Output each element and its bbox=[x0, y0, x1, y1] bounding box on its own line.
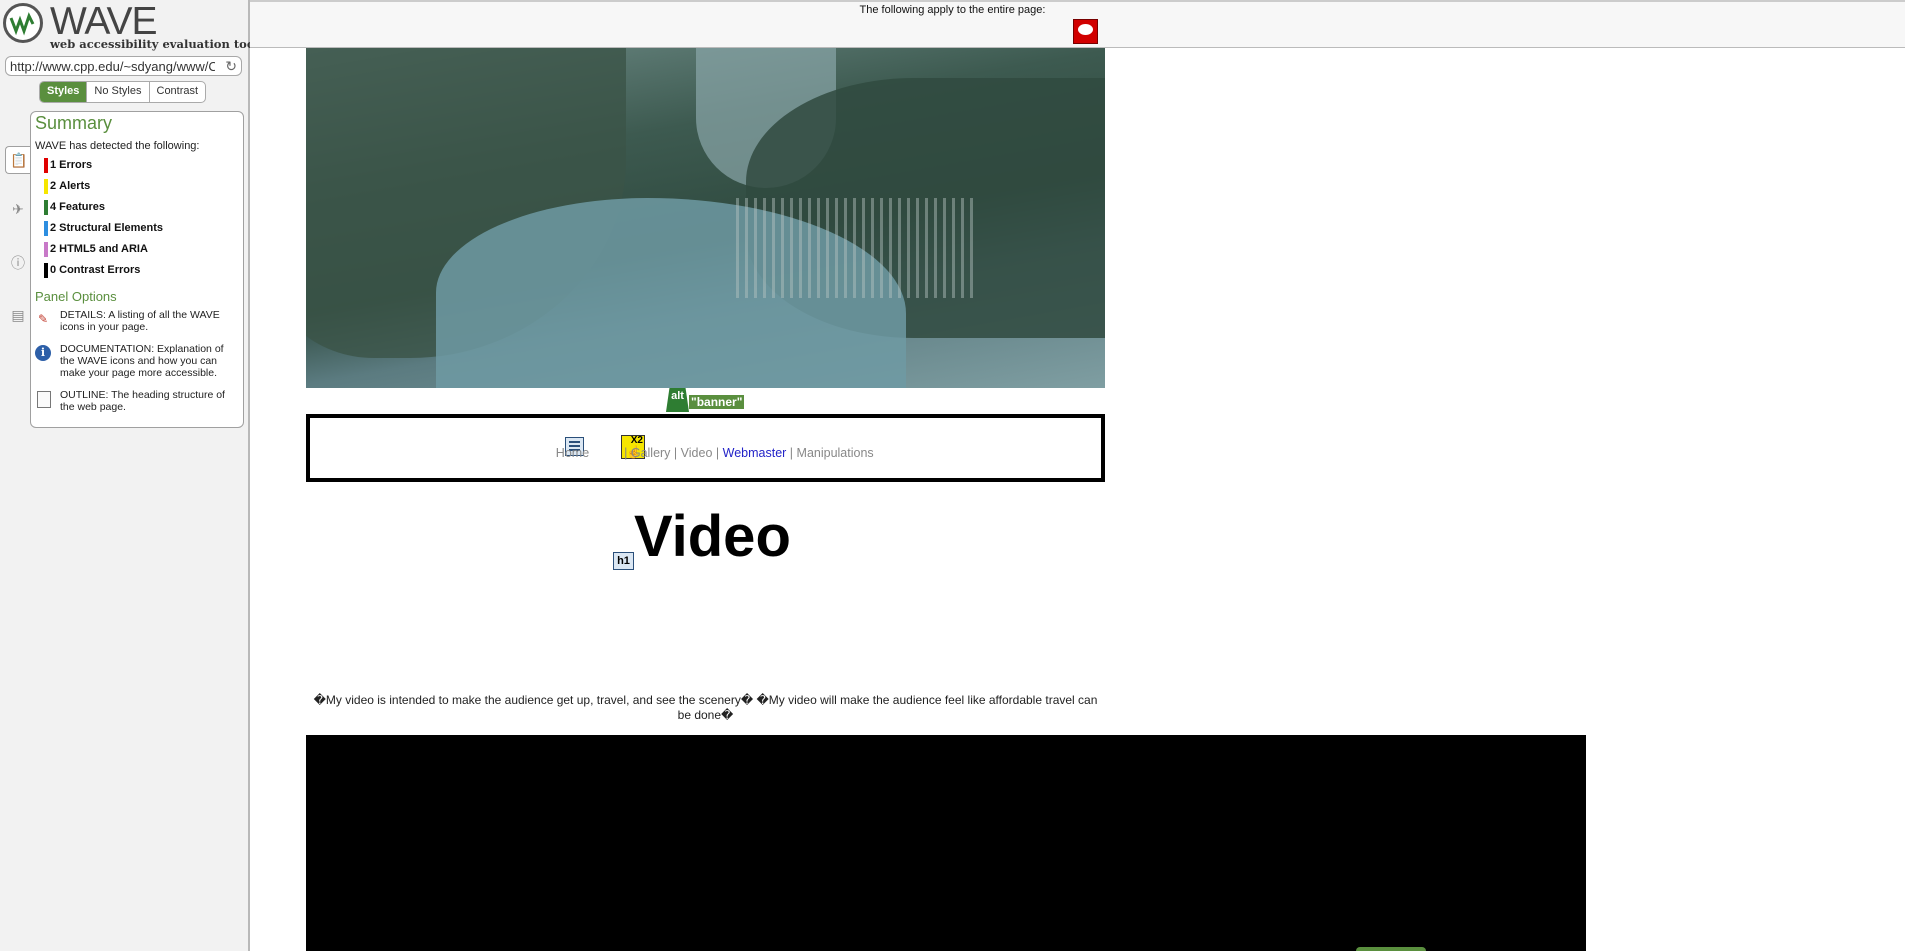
wave-logo-circle-icon bbox=[3, 3, 43, 43]
summary-panel: Summary WAVE has detected the following:… bbox=[30, 111, 244, 428]
refresh-icon[interactable]: ↻ bbox=[225, 58, 237, 75]
nav-separator: | bbox=[715, 446, 720, 460]
nav-webmaster-link[interactable]: Webmaster bbox=[723, 446, 787, 460]
documentation-tab-info-icon[interactable]: ⓘ bbox=[5, 250, 31, 276]
features-color-bar bbox=[44, 200, 48, 215]
nav-separator: | bbox=[789, 446, 794, 460]
contrast-button[interactable]: Contrast bbox=[150, 82, 206, 102]
nav-manipulations-link[interactable]: Manipulations bbox=[797, 446, 874, 460]
summary-title: Summary bbox=[35, 113, 113, 133]
video-player[interactable] bbox=[306, 735, 1586, 951]
html5-color-bar bbox=[44, 242, 48, 257]
summary-item-html5-aria[interactable]: 2 HTML5 and ARIA bbox=[44, 242, 163, 263]
nav-separator: | bbox=[673, 446, 678, 460]
wave-logo[interactable]: WAVE web accessibility evaluation tool bbox=[3, 0, 259, 51]
summary-item-features[interactable]: 4 Features bbox=[44, 200, 163, 221]
page-error-speech-bubble-icon[interactable] bbox=[1073, 19, 1098, 44]
no-styles-button[interactable]: No Styles bbox=[87, 82, 150, 102]
details-flag-icon: ✎ bbox=[37, 312, 49, 326]
details-tab-flag-icon[interactable]: ✈ bbox=[5, 196, 31, 222]
video-control-bar[interactable] bbox=[1356, 947, 1426, 951]
contrast-color-bar bbox=[44, 263, 48, 278]
wave-sidebar: WAVE web accessibility evaluation tool h… bbox=[0, 0, 259, 951]
nav-video-link[interactable]: Video bbox=[681, 446, 713, 460]
styles-button[interactable]: Styles bbox=[40, 82, 88, 102]
info-icon: i bbox=[35, 345, 51, 361]
summary-item-alerts[interactable]: 2 Alerts bbox=[44, 179, 163, 200]
view-mode-toggle: Styles No Styles Contrast bbox=[39, 81, 207, 103]
structural-color-bar bbox=[44, 221, 48, 236]
errors-color-bar bbox=[44, 158, 48, 173]
site-navigation: X2 ☝ Home | Gallery | Video | Webmaster |… bbox=[306, 414, 1105, 482]
nav-home-link[interactable]: Home bbox=[556, 446, 589, 460]
summary-tab-clipboard-icon[interactable]: 📋 bbox=[5, 146, 32, 174]
summary-item-structural[interactable]: 2 Structural Elements bbox=[44, 221, 163, 242]
page-level-bar: The following apply to the entire page: bbox=[250, 0, 1905, 48]
nav-links: Home | Gallery | Video | Webmaster | Man… bbox=[310, 446, 1101, 460]
alerts-color-bar bbox=[44, 179, 48, 194]
summary-item-contrast[interactable]: 0 Contrast Errors bbox=[44, 263, 163, 284]
alt-text-label: "banner" bbox=[689, 395, 745, 409]
page-level-text: The following apply to the entire page: bbox=[859, 4, 1046, 16]
outline-document-icon bbox=[37, 391, 51, 408]
page-title: Video bbox=[634, 504, 791, 569]
wave-logo-tagline: web accessibility evaluation tool bbox=[50, 37, 259, 51]
detected-text: WAVE has detected the following: bbox=[35, 140, 200, 152]
outline-tab-document-icon[interactable]: ▤ bbox=[5, 302, 31, 328]
url-text[interactable]: http://www.cpp.edu/~sdyang/www/C bbox=[10, 59, 215, 74]
intro-text: �My video is intended to make the audien… bbox=[313, 693, 1098, 722]
panel-options-title: Panel Options bbox=[35, 289, 117, 304]
banner-image bbox=[306, 48, 1105, 388]
alt-text-icon[interactable]: alt bbox=[666, 388, 689, 412]
url-input[interactable]: http://www.cpp.edu/~sdyang/www/C ↻ bbox=[5, 56, 242, 76]
h1-heading-icon[interactable]: h1 bbox=[613, 552, 634, 570]
nav-separator: | bbox=[624, 446, 628, 460]
nav-gallery-link[interactable]: Gallery bbox=[631, 446, 671, 460]
summary-list: 1 Errors 2 Alerts 4 Features 2 Structural El… bbox=[44, 158, 163, 284]
summary-item-errors[interactable]: 1 Errors bbox=[44, 158, 163, 179]
